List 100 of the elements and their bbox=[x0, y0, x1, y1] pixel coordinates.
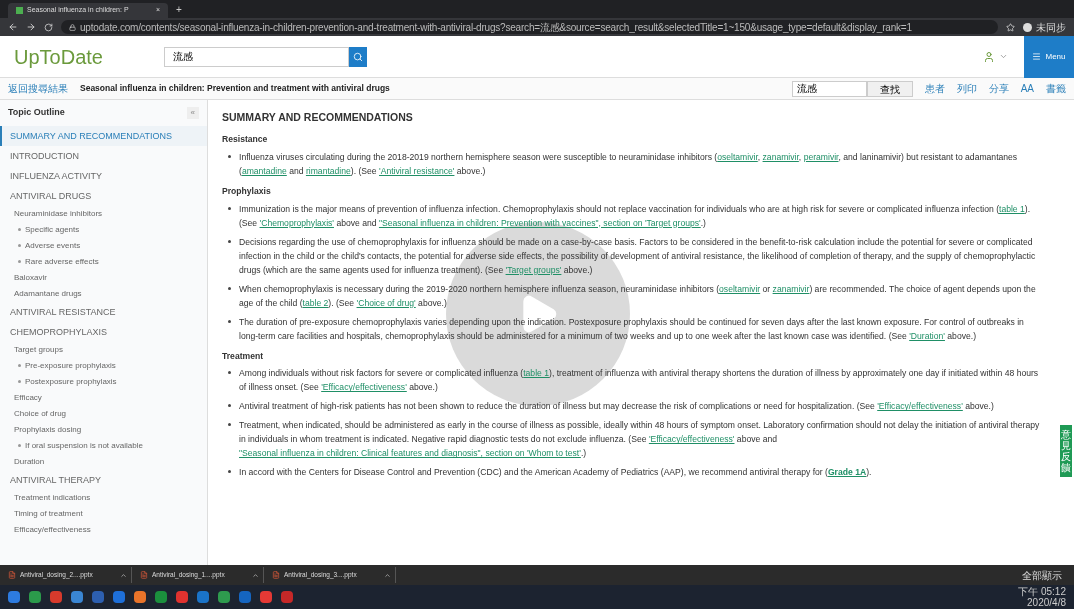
link[interactable]: table 1 bbox=[999, 203, 1025, 214]
bookmark-star-icon[interactable] bbox=[1006, 22, 1015, 32]
avatar-icon bbox=[1023, 22, 1032, 32]
link[interactable]: 'Chemoprophylaxis' bbox=[259, 217, 334, 228]
toolbar-link[interactable]: AA bbox=[1020, 81, 1034, 96]
caret-icon[interactable] bbox=[384, 571, 391, 579]
link[interactable]: "Seasonal influenza in children: Clinical features and diagnosis", section on 'Whom to test' bbox=[239, 448, 581, 459]
app-icon[interactable] bbox=[260, 591, 272, 603]
collapse-button[interactable]: « bbox=[186, 106, 199, 119]
topic-title: Seasonal influenza in children: Prevention and treatment with antiviral drugs bbox=[80, 82, 390, 95]
search-field[interactable]: 流感 bbox=[164, 46, 349, 67]
outline-item[interactable]: Rare adverse effects bbox=[25, 255, 99, 268]
bullet-icon bbox=[228, 206, 231, 210]
toolbar-link[interactable]: 患者 bbox=[924, 81, 945, 96]
feedback-tab[interactable]: 意見反饋 bbox=[1060, 425, 1072, 477]
outline-item[interactable]: Duration bbox=[14, 455, 45, 468]
link[interactable]: 'Efficacy/effectiveness' bbox=[648, 434, 735, 445]
outline-item[interactable]: Efficacy/effectiveness bbox=[14, 523, 91, 536]
toolbar-link[interactable]: 列印 bbox=[956, 81, 977, 96]
forward-icon[interactable] bbox=[26, 22, 36, 32]
app-icon[interactable] bbox=[197, 591, 209, 603]
link[interactable]: oseltamivir bbox=[719, 283, 761, 294]
link[interactable]: peramivir bbox=[803, 151, 839, 162]
app-icon[interactable] bbox=[218, 591, 230, 603]
bullet-icon bbox=[18, 244, 21, 247]
link[interactable]: 'Antiviral resistance' bbox=[379, 165, 455, 176]
bullet-icon bbox=[228, 239, 231, 243]
outline-item[interactable]: Baloxavir bbox=[14, 271, 47, 284]
find-field[interactable]: 流感 bbox=[791, 80, 867, 97]
back-link[interactable]: 返回搜尋結果 bbox=[8, 81, 68, 96]
show-all-button[interactable]: 全部顯示 bbox=[1014, 567, 1070, 583]
outline-item[interactable]: Choice of drug bbox=[14, 407, 67, 420]
article-heading: SUMMARY AND RECOMMENDATIONS bbox=[222, 110, 414, 125]
outline-item[interactable]: Timing of treatment bbox=[14, 507, 83, 520]
paragraph: The duration of pre-exposure chemoprophylaxis varies depending upon the indication. Postexposure prophylaxis should be continued for seven days after the last known exposure. For control of outbreaks in long-term care facilities and hospitals, chemoprophylaxis should be administered for a minimum of two weeks and up to one week after the last known case was identified. (See 'Duration' above.) bbox=[239, 315, 1025, 343]
outline-item[interactable]: CHEMOPROPHYLAXIS bbox=[10, 325, 108, 338]
outline-item[interactable]: Efficacy bbox=[14, 391, 42, 404]
favicon-icon bbox=[16, 7, 23, 14]
paragraph: Among individuals without risk factors for severe or complicated influenza (table 1), treatment of influenza with antiviral therapy shortens the duration of illness by approximately one day if initiated within 48 hours of illness onset. (See 'Efficacy/effectiveness' above.) bbox=[239, 367, 1040, 395]
link[interactable]: oseltamivir bbox=[717, 151, 758, 162]
bullet-icon bbox=[228, 404, 231, 408]
caret-icon[interactable] bbox=[120, 571, 127, 579]
bullet-icon bbox=[228, 319, 231, 323]
outline-item[interactable]: Specific agents bbox=[25, 223, 80, 236]
back-icon[interactable] bbox=[8, 22, 18, 32]
bullet-icon bbox=[18, 260, 21, 263]
reload-icon[interactable] bbox=[44, 22, 53, 32]
toolbar-link[interactable]: 書籤 bbox=[1046, 81, 1066, 96]
caret-icon[interactable] bbox=[252, 571, 259, 579]
outline-item[interactable]: Treatment indications bbox=[14, 491, 91, 504]
outline-item[interactable]: Target groups bbox=[14, 343, 63, 356]
user-icon[interactable] bbox=[983, 50, 995, 63]
section-heading: Prophylaxis bbox=[222, 184, 272, 198]
toolbar-link[interactable]: 分享 bbox=[988, 81, 1009, 96]
outline-item[interactable]: Postexposure prophylaxis bbox=[25, 375, 117, 388]
link[interactable]: 'Efficacy/effectiveness' bbox=[877, 401, 963, 412]
logo[interactable]: UpToDate bbox=[14, 41, 164, 72]
menu-button[interactable]: Menu bbox=[1024, 35, 1074, 78]
outline-item[interactable]: INTRODUCTION bbox=[10, 149, 79, 162]
outline-item[interactable]: ANTIVIRAL RESISTANCE bbox=[10, 305, 116, 318]
app-icon[interactable] bbox=[29, 591, 41, 603]
outline-item[interactable]: ANTIVIRAL DRUGS bbox=[10, 189, 92, 202]
app-icon[interactable] bbox=[8, 591, 20, 603]
outline-item[interactable]: Adverse events bbox=[25, 239, 81, 252]
caret-icon[interactable] bbox=[999, 52, 1008, 61]
outline-item[interactable]: Prophylaxis dosing bbox=[14, 423, 82, 436]
link[interactable]: "Seasonal influenza in children: Prevention with vaccines", section on 'Target groups' bbox=[378, 217, 701, 228]
app-icon[interactable] bbox=[281, 591, 293, 603]
outline-title: Topic Outline bbox=[8, 106, 65, 119]
address-bar[interactable]: uptodate.com/contents/seasonal-influenza-in-children-prevention-and-treatment-with-antiviral-drugs?search=流感&source=search_result&selectedTitle=1~150&usage_type=default&display_rank=1 bbox=[61, 20, 998, 34]
link[interactable]: 'Target groups' bbox=[505, 264, 562, 275]
file-icon bbox=[272, 571, 280, 579]
profile-button[interactable]: 未同步 bbox=[1023, 19, 1066, 35]
find-button[interactable]: 查找 bbox=[866, 80, 913, 97]
link[interactable]: 'Choice of drug' bbox=[356, 297, 416, 308]
link[interactable]: table 1 bbox=[523, 368, 549, 379]
link[interactable]: rimantadine bbox=[305, 165, 351, 176]
link[interactable]: zanamivir bbox=[762, 151, 799, 162]
app-icon[interactable] bbox=[155, 591, 167, 603]
app-icon[interactable] bbox=[92, 591, 104, 603]
new-tab-button[interactable]: + bbox=[176, 2, 182, 18]
app-icon[interactable] bbox=[113, 591, 125, 603]
outline-item[interactable]: INFLUENZA ACTIVITY bbox=[10, 169, 103, 182]
file-icon bbox=[140, 571, 148, 579]
app-icon[interactable] bbox=[239, 591, 251, 603]
menu-icon bbox=[1032, 52, 1042, 61]
app-icon[interactable] bbox=[71, 591, 83, 603]
app-icon[interactable] bbox=[176, 591, 188, 603]
outline-item[interactable]: Adamantane drugs bbox=[14, 287, 82, 300]
outline-item[interactable]: If oral suspension is not available bbox=[25, 439, 143, 452]
outline-item[interactable]: Neuraminidase inhibitors bbox=[14, 207, 103, 220]
link[interactable]: 'Efficacy/effectiveness' bbox=[321, 382, 407, 393]
app-icon[interactable] bbox=[134, 591, 146, 603]
bullet-icon bbox=[18, 228, 21, 231]
app-icon[interactable] bbox=[50, 591, 62, 603]
search-button[interactable] bbox=[349, 46, 367, 67]
lock-icon bbox=[69, 23, 76, 31]
outline-item[interactable]: ANTIVIRAL THERAPY bbox=[10, 473, 102, 486]
link[interactable]: 'Duration' bbox=[909, 330, 945, 341]
outline-item[interactable]: Pre-exposure prophylaxis bbox=[25, 359, 116, 372]
